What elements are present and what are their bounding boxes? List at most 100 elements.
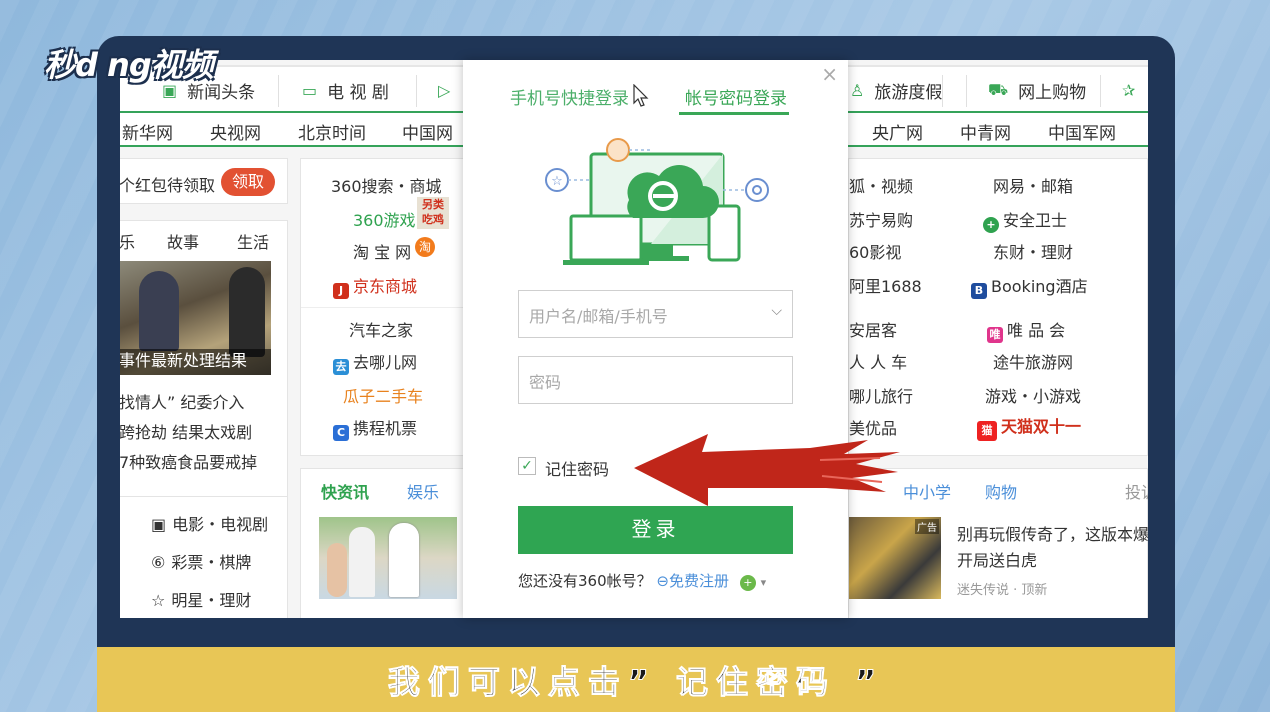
shield-plus-icon: + — [983, 217, 999, 233]
link-qunar[interactable]: 去去哪儿网 — [333, 349, 417, 375]
link-tuniu[interactable]: 途牛旅游网 — [993, 349, 1073, 373]
link-ctrip[interactable]: C 携程机票 — [333, 415, 417, 441]
tab-tv[interactable]: ▭ 电 视 剧 — [302, 75, 389, 105]
link-guazi[interactable]: 瓜子二手车 — [343, 383, 423, 407]
taobao-icon: 淘 — [415, 237, 435, 257]
username-input[interactable]: 用户名/邮箱/手机号 ⌵ — [518, 290, 793, 338]
game-badge: 另类吃鸡 — [417, 197, 449, 229]
red-packet-text: 个红包待领取 — [120, 176, 216, 195]
chevron-down-icon[interactable]: ▾ — [761, 576, 767, 589]
photo-caption: 事件最新处理结果 — [120, 351, 248, 370]
link-eastmoney[interactable]: 东财・理财 — [993, 239, 1073, 263]
news-photo[interactable]: 事件最新处理结果 — [120, 261, 271, 375]
left-cat-movie[interactable]: ▣ 电影・电视剧 — [151, 511, 268, 535]
nav-youth[interactable]: 中青网 — [960, 119, 1011, 144]
subtitle-text: 我们可以点击” 记住密码 ” — [387, 662, 885, 701]
six-icon: ⑥ — [151, 553, 166, 572]
tab-phone-login[interactable]: 手机号快捷登录 — [510, 84, 629, 109]
tab-more[interactable]: ✰ — [1122, 75, 1145, 105]
video-icon: ▷ — [438, 80, 451, 100]
tab-entertainment[interactable]: 娱乐 — [407, 479, 439, 503]
red-packet-box: 个红包待领取 领取 — [120, 158, 288, 204]
link-renrenche[interactable]: 人 人 车 — [849, 349, 907, 373]
tab-complaint[interactable]: 投诉 — [1125, 479, 1148, 503]
svg-text:☆: ☆ — [551, 174, 563, 189]
tab-shopping-news[interactable]: 购物 — [985, 479, 1017, 503]
travel-icon: ♙ — [850, 80, 865, 100]
mid-news-box: 快资讯 娱乐 — [300, 468, 470, 618]
tmall-icon: 猫 — [977, 421, 997, 441]
link-360game[interactable]: 360游戏 — [353, 207, 416, 231]
link-vip[interactable]: 唯唯 品 会 — [987, 317, 1065, 343]
ad-title[interactable]: 别再玩假传奇了，这版本爆率 — [957, 521, 1148, 545]
nav-cctv[interactable]: 央视网 — [210, 119, 261, 144]
link-360video[interactable]: 60影视 — [849, 239, 901, 263]
link-anjuke[interactable]: 安居客 — [849, 317, 897, 341]
left-news-1[interactable]: 找情人” 纪委介入 — [120, 389, 244, 413]
red-arrow-annotation — [634, 434, 900, 506]
nav-btime[interactable]: 北京时间 — [298, 119, 366, 144]
nav-cnr[interactable]: 央广网 — [872, 119, 923, 144]
link-qunar-travel[interactable]: 哪儿旅行 — [849, 383, 913, 407]
ad-image[interactable]: 广告 — [849, 517, 941, 599]
ad-source: 迷失传说 · 顶新 — [957, 583, 1048, 598]
subtitle-bar: 我们可以点击” 记住密码 ” — [97, 647, 1175, 712]
tab-school[interactable]: 中小学 — [903, 479, 951, 503]
left-tab-1[interactable]: 乐 — [120, 229, 135, 253]
link-security[interactable]: + 安全卫士 — [983, 207, 1067, 233]
ctrip-icon: C — [333, 425, 349, 441]
password-input[interactable]: 密码 — [518, 356, 793, 404]
play-icon: ▣ — [151, 515, 167, 534]
register-link[interactable]: ⊖免费注册 — [656, 572, 729, 590]
link-booking[interactable]: B Booking酒店 — [971, 273, 1088, 299]
vip-icon: 唯 — [987, 327, 1003, 343]
link-taobao[interactable]: 淘 宝 网 — [353, 239, 411, 263]
claim-button[interactable]: 领取 — [221, 168, 275, 196]
tab-travel[interactable]: ♙ 旅游度假 — [850, 75, 942, 105]
ad-title-2[interactable]: 开局送白虎 — [957, 547, 1037, 571]
left-news-3[interactable]: 7种致癌食品要戒掉 — [120, 449, 257, 473]
mouse-cursor-icon — [633, 84, 649, 107]
video-logo: 秒d ng视频 — [44, 46, 214, 84]
remember-password-checkbox[interactable]: ✓ — [518, 457, 536, 475]
qunar-icon: 去 — [333, 359, 349, 375]
link-163-mail[interactable]: 网易・邮箱 — [993, 173, 1073, 197]
left-news-2[interactable]: 跨抢劫 结果太戏剧 — [120, 419, 252, 443]
more-login-icon[interactable]: + — [739, 575, 756, 591]
left-cat-star[interactable]: ☆ 明星・理财 — [151, 587, 251, 611]
tab-account-login[interactable]: 帐号密码登录 — [685, 84, 787, 109]
link-1688[interactable]: 阿里1688 — [849, 273, 922, 297]
tab-video[interactable]: ▷ — [438, 75, 460, 105]
booking-icon: B — [971, 283, 987, 299]
nav-china[interactable]: 中国网 — [402, 119, 453, 144]
login-button[interactable]: 登录 — [518, 506, 793, 554]
left-category-box: ▣ 电影・电视剧 ⑥ 彩票・棋牌 ☆ 明星・理财 — [120, 496, 288, 618]
nav-xinhua[interactable]: 新华网 — [122, 119, 173, 144]
left-tab-story[interactable]: 故事 — [167, 229, 199, 253]
tab-shopping[interactable]: ⛟ 网上购物 — [988, 75, 1086, 105]
left-cat-lottery[interactable]: ⑥ 彩票・棋牌 — [151, 549, 251, 573]
chevron-down-icon[interactable]: ⌵ — [771, 303, 782, 319]
nav-military[interactable]: 中国军网 — [1048, 119, 1116, 144]
link-games[interactable]: 游戏・小游戏 — [985, 383, 1081, 407]
link-sohu-video[interactable]: 狐・视频 — [849, 173, 913, 197]
close-icon[interactable]: × — [821, 62, 838, 86]
mid-links-box: 360搜索・商城 360游戏 另类吃鸡 淘 宝 网 淘 J 京东商城 汽车之家 去… — [300, 158, 471, 456]
register-prompt: 您还没有360帐号？ ⊖免费注册 + ▾ — [518, 572, 767, 591]
link-tmall[interactable]: 猫天猫双十一 — [977, 413, 1081, 441]
link-suning[interactable]: 苏宁易购 — [849, 207, 913, 231]
left-tab-life[interactable]: 生活 — [237, 229, 269, 253]
login-dialog: × 手机号快捷登录 帐号密码登录 ☆ 用户名/邮箱/手机号 ⌵ 密码 ✓ 记住密… — [463, 60, 848, 618]
link-autohome[interactable]: 汽车之家 — [349, 317, 413, 341]
active-tab-underline — [679, 112, 789, 115]
cart-icon: ⛟ — [988, 79, 1009, 99]
devices-cloud-illustration: ☆ — [545, 138, 769, 265]
entertainment-photo[interactable] — [319, 517, 457, 599]
tab-quick-news[interactable]: 快资讯 — [321, 479, 369, 503]
ad-tag: 广告 — [915, 519, 939, 534]
star-outline-icon: ☆ — [151, 591, 166, 610]
right-links-box: 狐・视频 苏宁易购 60影视 阿里1688 安居客 人 人 车 哪儿旅行 美优品… — [848, 158, 1148, 456]
link-360search[interactable]: 360搜索・商城 — [331, 173, 442, 197]
remember-password-label[interactable]: 记住密码 — [545, 456, 609, 480]
link-jd[interactable]: J 京东商城 — [333, 273, 417, 299]
